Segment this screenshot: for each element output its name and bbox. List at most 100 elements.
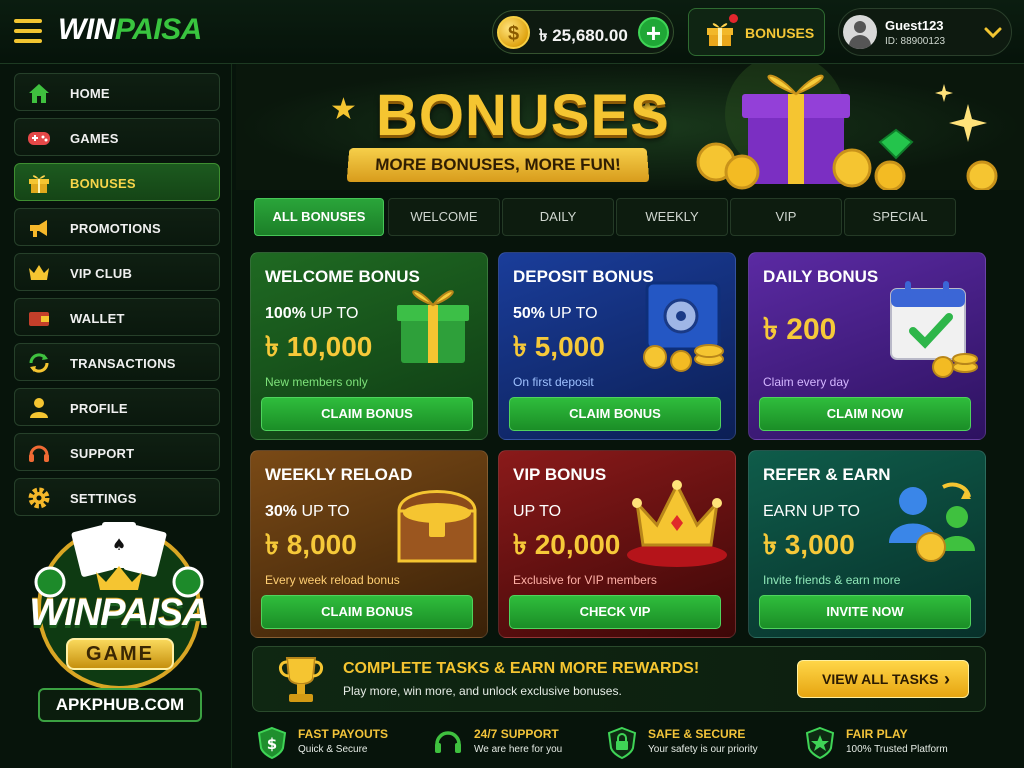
svg-text:$: $: [267, 735, 277, 753]
calendar-check-icon: [890, 281, 978, 378]
tab-weekly[interactable]: WEEKLY: [616, 198, 728, 236]
safe-vault-icon: [643, 281, 724, 372]
claim-bonus-button[interactable]: CLAIM BONUS: [261, 595, 473, 629]
feature-subtitle: Quick & Secure: [298, 744, 368, 755]
lock-shield-icon: [607, 726, 637, 760]
card-note: Claim every day: [763, 375, 850, 389]
sidebar-item-label: TRANSACTIONS: [70, 356, 176, 371]
user-id: ID: 88900123: [885, 36, 946, 47]
card-up-to: UP TO: [310, 305, 359, 322]
coin-icon: $: [497, 16, 530, 49]
feature-title: 24/7 SUPPORT: [474, 727, 559, 741]
tab-daily[interactable]: DAILY: [502, 198, 614, 236]
banner-title: BONUSES: [376, 83, 670, 148]
crown-icon: [627, 480, 727, 567]
sidebar-item-label: SETTINGS: [70, 491, 137, 506]
logo-text-win: WIN: [58, 13, 115, 46]
chevron-right-icon: ›: [944, 669, 950, 689]
card-note: Invite friends & earn more: [763, 573, 901, 587]
tab-all-bonuses[interactable]: ALL BONUSES: [254, 198, 384, 236]
feature-fair-play: FAIR PLAY 100% Trusted Platform: [804, 722, 984, 762]
feature-title: FAST PAYOUTS: [298, 727, 389, 741]
feature-subtitle: 100% Trusted Platform: [846, 744, 948, 755]
dollar-shield-icon: $: [257, 726, 287, 760]
sidebar-item-home[interactable]: HOME: [14, 73, 220, 111]
promo-site-link[interactable]: APKPHUB.COM: [38, 688, 202, 722]
card-subtitle: 30% UP TO: [265, 503, 350, 521]
card-percent: 30%: [265, 503, 298, 520]
user-account-menu[interactable]: Guest123 ID: 88900123: [838, 8, 1012, 56]
card-amount: ৳ 200: [763, 313, 837, 346]
sidebar-item-profile[interactable]: PROFILE: [14, 388, 220, 426]
trust-features-row: $ FAST PAYOUTS Quick & Secure 24/7 SUPPO…: [252, 722, 992, 766]
claim-bonus-button[interactable]: CLAIM BONUS: [509, 397, 721, 431]
check-vip-button[interactable]: CHECK VIP: [509, 595, 721, 629]
promo-logo-graphic: ♠ WINPAISA GAME APKPHUB.COM: [14, 520, 224, 760]
view-all-tasks-button[interactable]: VIEW ALL TASKS ›: [797, 660, 969, 698]
feature-subtitle: Your safety is our priority: [648, 744, 758, 755]
card-title: REFER & EARN: [763, 465, 891, 484]
claim-now-button[interactable]: CLAIM NOW: [759, 397, 971, 431]
card-subtitle: EARN UP TO: [763, 503, 860, 521]
sidebar-item-games[interactable]: GAMES: [14, 118, 220, 156]
sidebar-item-bonuses[interactable]: BONUSES: [14, 163, 220, 201]
sidebar-item-label: PROMOTIONS: [70, 221, 161, 236]
sidebar-item-label: HOME: [70, 86, 110, 101]
card-note: New members only: [265, 375, 368, 389]
card-up-to: UP TO: [549, 305, 598, 322]
card-up-to: UP TO: [301, 503, 350, 520]
promo-title: WINPAISA: [29, 592, 209, 634]
user-icon: [30, 398, 48, 418]
card-percent: 100%: [265, 305, 306, 322]
feature-title: FAIR PLAY: [846, 727, 908, 741]
sidebar-item-promotions[interactable]: PROMOTIONS: [14, 208, 220, 246]
header-bonuses-button[interactable]: BONUSES: [688, 8, 825, 56]
feature-support: 24/7 SUPPORT We are here for you: [432, 722, 602, 762]
card-up-to: EARN UP TO: [763, 503, 860, 520]
weekly-reload-card: WEEKLY RELOAD 30% UP TO ৳ 8,000 Every we…: [250, 450, 488, 638]
sidebar-item-label: BONUSES: [70, 176, 136, 191]
tab-vip[interactable]: VIP: [730, 198, 842, 236]
sidebar-item-vip-club[interactable]: VIP CLUB: [14, 253, 220, 291]
gear-icon: [28, 487, 50, 509]
card-up-to: UP TO: [513, 503, 562, 520]
refer-earn-card: REFER & EARN EARN UP TO ৳ 3,000 Invite f…: [748, 450, 986, 638]
sidebar-item-wallet[interactable]: WALLET: [14, 298, 220, 336]
daily-bonus-card: DAILY BONUS ৳ 200 Claim every day CLAIM …: [748, 252, 986, 440]
bonuses-banner: ★ ★ BONUSES MORE BONUSES, MORE FUN!: [236, 64, 1024, 190]
star-shield-icon: [805, 726, 835, 760]
menu-hamburger-icon[interactable]: [14, 19, 42, 43]
invite-now-button[interactable]: INVITE NOW: [759, 595, 971, 629]
card-amount: ৳ 5,000: [513, 331, 605, 362]
card-amount: ৳ 20,000: [513, 529, 621, 560]
chevron-down-icon: [984, 27, 1002, 39]
sidebar-item-transactions[interactable]: TRANSACTIONS: [14, 343, 220, 381]
svg-text:♠: ♠: [112, 535, 126, 554]
feature-subtitle: We are here for you: [474, 744, 563, 755]
feature-title: SAFE & SECURE: [648, 727, 746, 741]
card-subtitle: UP TO: [513, 503, 561, 521]
gift-icon: [707, 23, 733, 46]
card-amount: ৳ 10,000: [265, 331, 373, 362]
tab-special[interactable]: SPECIAL: [844, 198, 956, 236]
gift-box-illustration: [696, 64, 998, 190]
balance-amount: ৳ 25,680.00: [539, 26, 628, 45]
deposit-add-button[interactable]: +: [638, 17, 669, 48]
tasks-title: COMPLETE TASKS & EARN MORE REWARDS!: [343, 660, 700, 677]
gift-icon: [29, 175, 49, 193]
notification-dot: [729, 14, 738, 23]
tab-welcome[interactable]: WELCOME: [388, 198, 500, 236]
card-title: DAILY BONUS: [763, 267, 879, 286]
trophy-icon: [279, 657, 323, 702]
wallet-balance: $ ৳ 25,680.00 +: [492, 10, 674, 54]
claim-bonus-button[interactable]: CLAIM BONUS: [261, 397, 473, 431]
sidebar-item-support[interactable]: SUPPORT: [14, 433, 220, 471]
brand-logo[interactable]: WINPAISA: [58, 13, 202, 47]
megaphone-icon: [30, 220, 47, 237]
main-content: ★ ★ BONUSES MORE BONUSES, MORE FUN! ALL …: [236, 64, 1024, 768]
card-subtitle: 50% UP TO: [513, 305, 598, 323]
card-note: Every week reload bonus: [265, 573, 400, 587]
sidebar-item-settings[interactable]: SETTINGS: [14, 478, 220, 516]
view-all-tasks-label: VIEW ALL TASKS: [822, 671, 939, 687]
welcome-bonus-card: WELCOME BONUS 100% UP TO ৳ 10,000 New me…: [250, 252, 488, 440]
